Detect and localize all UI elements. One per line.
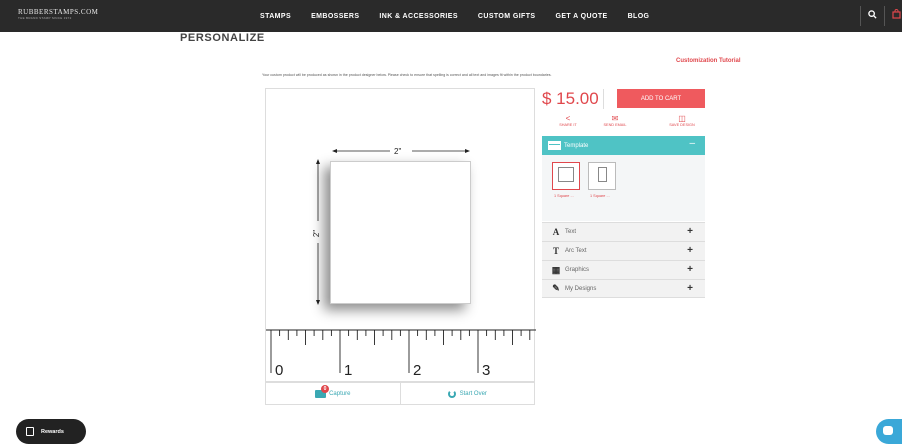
start-over-button[interactable]: Start Over (399, 383, 535, 404)
image-icon: ▦ (551, 264, 561, 275)
site-logo[interactable]: RUBBERSTAMPS.COM (18, 9, 98, 16)
template-icon (548, 141, 561, 150)
rewards-label: Rewards (41, 428, 64, 435)
template-label-2: 1 Square ... (590, 194, 610, 198)
save-design-button[interactable]: ◫ SAVE DESIGN (657, 114, 707, 127)
inch-ruler: 0 1 2 3 (266, 329, 536, 379)
designer-notice: Your custom product will be produced as … (262, 73, 552, 77)
ruler-number-3: 3 (482, 362, 490, 379)
capture-count-badge: 0 (321, 384, 330, 393)
design-canvas[interactable]: 2" 2" 0 1 2 3 (265, 88, 536, 382)
expand-icon: + (687, 283, 693, 294)
nav-custom-gifts[interactable]: CUSTOM GIFTS (478, 13, 536, 20)
ruler-number-2: 2 (413, 362, 421, 379)
share-button[interactable]: < SHARE IT (543, 114, 593, 127)
rewards-button[interactable]: Rewards (16, 419, 86, 444)
template-option-1[interactable] (552, 162, 580, 190)
product-price: $ 15.00 (542, 89, 599, 108)
share-label: SHARE IT (559, 123, 577, 127)
accordion-arc-text[interactable]: T Arc Text + (542, 241, 705, 260)
add-to-cart-button[interactable]: ADD TO CART (617, 89, 705, 108)
site-tagline: THE BRAND STAMP SINCE 1972 (18, 16, 72, 20)
bag-icon (26, 427, 34, 436)
customization-tutorial-link[interactable]: Customization Tutorial (676, 58, 741, 64)
expand-icon: + (687, 226, 693, 237)
ruler-number-0: 0 (275, 362, 283, 379)
capture-label: Capture (329, 390, 351, 397)
template-thumbnail (558, 167, 574, 182)
send-email-button[interactable]: ✉ SEND EMAIL (590, 114, 640, 127)
expand-icon: + (687, 245, 693, 256)
width-label: 2" (394, 147, 402, 156)
price-divider (603, 89, 604, 109)
ruler-number-1: 1 (344, 362, 352, 379)
accordion-my-designs[interactable]: ✎ My Designs + (542, 279, 705, 298)
template-list: 1 Square ... 1 Square ... (542, 155, 705, 221)
nav-blog[interactable]: BLOG (628, 13, 650, 20)
accordion-my-designs-label: My Designs (565, 285, 597, 292)
nav-get-a-quote[interactable]: GET A QUOTE (555, 13, 607, 20)
capture-button[interactable]: 0 Capture (266, 383, 400, 404)
save-icon: ◫ (678, 114, 686, 123)
accordion-text[interactable]: A Text + (542, 222, 705, 241)
cart-icon[interactable] (888, 8, 902, 24)
expand-icon: + (687, 264, 693, 275)
nav-stamps[interactable]: STAMPS (260, 13, 291, 20)
designs-icon: ✎ (552, 283, 560, 293)
accordion-arc-text-label: Arc Text (565, 248, 587, 254)
page-title: PERSONALIZE (180, 32, 265, 44)
accordion-text-label: Text (565, 229, 577, 235)
nav-ink-accessories[interactable]: INK & ACCESSORIES (379, 13, 458, 20)
text-icon: A (552, 227, 560, 237)
accordion-graphics-label: Graphics (565, 267, 590, 273)
search-icon[interactable] (864, 8, 880, 24)
nav-embossers[interactable]: EMBOSSERS (311, 13, 359, 20)
share-icon: < (565, 114, 571, 123)
collapse-icon[interactable]: – (689, 138, 695, 149)
template-panel-header[interactable]: Template – (542, 136, 705, 155)
template-thumbnail (598, 167, 607, 182)
accordion-graphics[interactable]: ▦ Graphics + (542, 260, 705, 279)
start-over-label: Start Over (459, 390, 487, 397)
chat-icon (883, 426, 893, 435)
height-label: 2" (312, 229, 322, 238)
chat-button[interactable] (876, 419, 902, 444)
nav-divider (884, 6, 885, 26)
send-email-label: SEND EMAIL (603, 123, 627, 127)
refresh-icon (447, 389, 456, 398)
arc-text-icon: T (552, 246, 559, 256)
top-nav: RUBBERSTAMPS.COM THE BRAND STAMP SINCE 1… (0, 0, 902, 32)
email-icon: ✉ (611, 114, 619, 123)
camera-icon: 0 (315, 384, 330, 398)
stamp-design-area[interactable] (330, 161, 471, 304)
main-menu: STAMPS EMBOSSERS INK & ACCESSORIES CUSTO… (260, 0, 669, 32)
canvas-actions: 0 Capture Start Over (265, 382, 535, 405)
save-design-label: SAVE DESIGN (669, 123, 695, 127)
template-header-label: Template (564, 142, 589, 149)
template-option-2[interactable] (588, 162, 616, 190)
nav-divider (860, 6, 861, 26)
template-label-1: 1 Square ... (554, 194, 574, 198)
